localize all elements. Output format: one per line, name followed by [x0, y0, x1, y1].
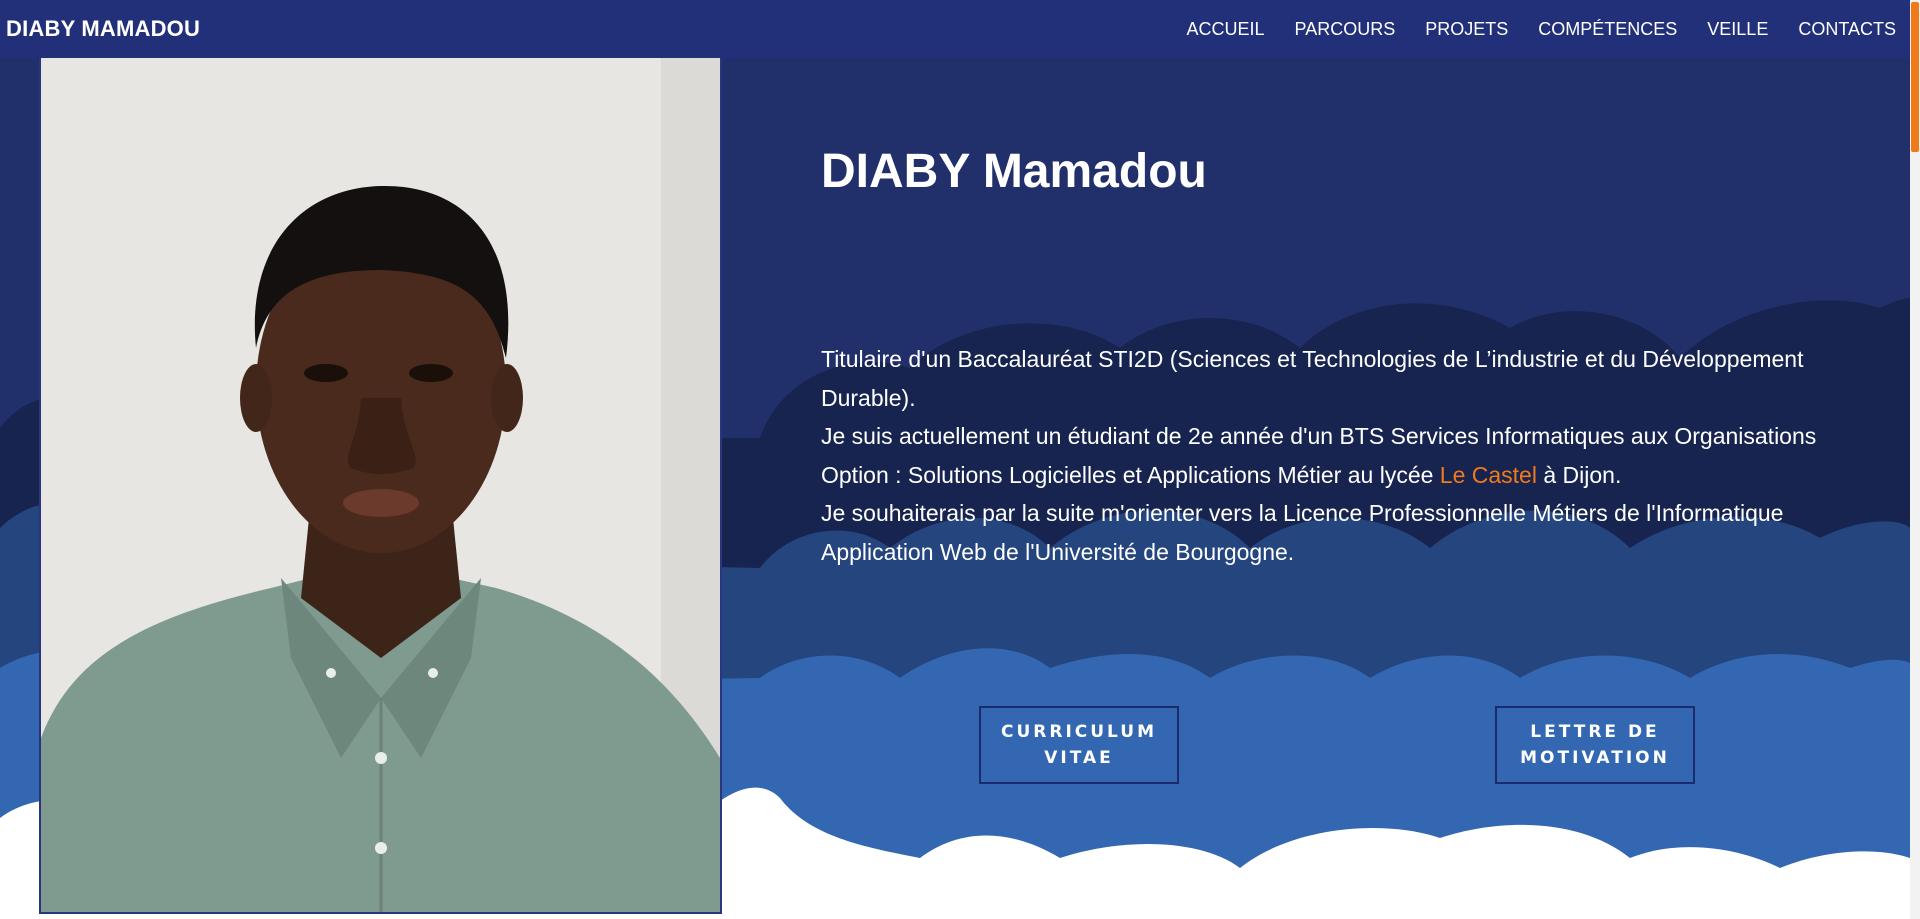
nav-link-veille[interactable]: VEILLE [1707, 19, 1768, 40]
scrollbar-thumb[interactable] [1911, 2, 1919, 152]
hero-section: DIABY Mamadou Titulaire d'un Baccalauréa… [0, 58, 1910, 919]
nav-link-projets[interactable]: PROJETS [1425, 19, 1508, 40]
nav-link-parcours[interactable]: PARCOURS [1295, 19, 1396, 40]
site-brand[interactable]: DIABY MAMADOU [6, 16, 200, 42]
school-link[interactable]: Le Castel [1440, 462, 1537, 488]
nav-link-accueil[interactable]: ACCUEIL [1187, 19, 1265, 40]
profile-photo [39, 58, 722, 914]
bio-line-bts-start: Je suis actuellement un étudiant de 2e a… [821, 423, 1817, 488]
person-portrait-icon [41, 58, 720, 912]
nav-link-contacts[interactable]: CONTACTS [1798, 19, 1896, 40]
bio-paragraph: Titulaire d'un Baccalauréat STI2D (Scien… [821, 340, 1881, 571]
cv-button-label-line2: VITAE [1044, 748, 1114, 768]
cover-letter-label-line2: MOTIVATION [1520, 748, 1670, 768]
hero-title: DIABY Mamadou [821, 145, 1207, 198]
bio-line-bts-end: à Dijon. [1536, 461, 1622, 488]
cover-letter-button-label: LETTRE DE MOTIVATION [1520, 719, 1670, 771]
nav-links: ACCUEIL PARCOURS PROJETS COMPÉTENCES VEI… [1157, 19, 1896, 40]
bio-line-bac: Titulaire d'un Baccalauréat STI2D (Scien… [821, 346, 1804, 411]
cover-letter-label-line1: LETTRE DE [1530, 722, 1660, 742]
page-scrollbar[interactable] [1910, 0, 1920, 919]
cover-letter-button[interactable]: LETTRE DE MOTIVATION [1495, 706, 1695, 784]
navbar: DIABY MAMADOU ACCUEIL PARCOURS PROJETS C… [0, 0, 1910, 58]
cv-button[interactable]: CURRICULUM VITAE [979, 706, 1179, 784]
bio-line-licence: Je souhaiterais par la suite m'orienter … [821, 500, 1784, 565]
cv-button-label-line1: CURRICULUM [1000, 722, 1157, 742]
cv-button-label: CURRICULUM VITAE [1001, 719, 1157, 771]
nav-link-competences[interactable]: COMPÉTENCES [1538, 19, 1677, 40]
